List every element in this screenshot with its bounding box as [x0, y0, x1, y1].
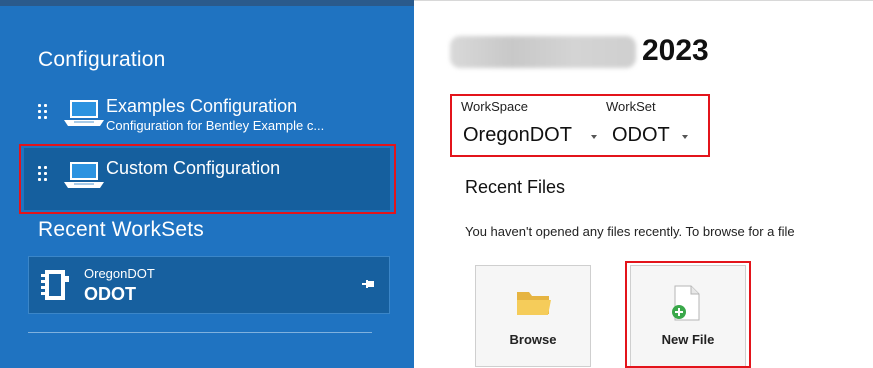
sidebar-divider [28, 332, 372, 333]
recent-workset-card[interactable]: OregonDOT ODOT [28, 256, 390, 314]
laptop-icon [64, 100, 104, 126]
top-border [414, 0, 873, 1]
sidebar-top-strip [0, 0, 414, 6]
highlight-box-custom-config [19, 144, 396, 214]
recent-files-heading: Recent Files [465, 177, 566, 197]
workset-name: ODOT [84, 284, 136, 304]
recent-worksets-heading: Recent WorkSets [38, 218, 205, 241]
blurred-product-name [450, 36, 636, 68]
pin-icon[interactable] [361, 277, 375, 291]
no-recent-files-message: You haven't opened any files recently. T… [465, 224, 795, 239]
config-item-examples[interactable]: Examples Configuration Configuration for… [24, 94, 390, 146]
workset-icon [41, 270, 69, 300]
product-year: 2023 [642, 34, 709, 67]
configuration-heading: Configuration [38, 48, 166, 71]
browse-label: Browse [509, 332, 557, 347]
config-name: Examples Configuration [106, 96, 298, 116]
main-panel: 2023 WorkSpace WorkSet OregonDOT ODOT Re… [414, 0, 873, 368]
folder-icon [517, 292, 551, 315]
config-description: Configuration for Bentley Example c... [106, 118, 325, 133]
highlight-box-new-file [625, 261, 751, 368]
configuration-sidebar: Configuration Examples Configuration Con… [0, 0, 414, 368]
highlight-box-workspace-workset [450, 94, 710, 157]
workset-workspace-name: OregonDOT [84, 266, 155, 281]
browse-button[interactable]: Browse [475, 265, 591, 367]
drag-handle-icon[interactable] [38, 104, 48, 122]
